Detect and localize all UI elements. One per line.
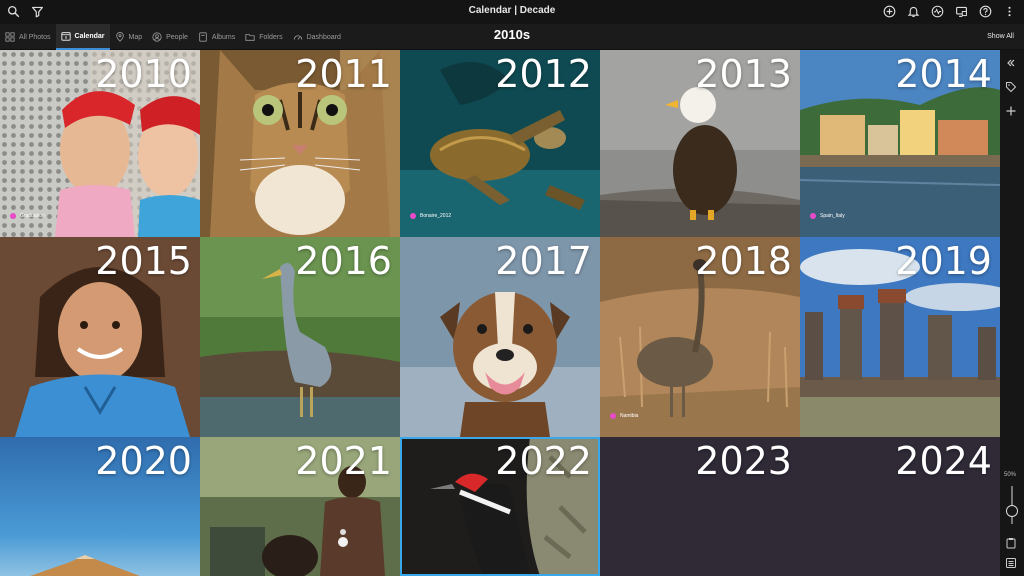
year-label: 2023 [695,439,792,483]
year-label: 2020 [95,439,192,483]
decade-grid: 2010 Graduation 2011 2012 Bonaire_2012 2… [0,50,1000,576]
tag-dot [410,213,416,219]
year-tile-2011[interactable]: 2011 [200,50,400,237]
year-tile-2013[interactable]: 2013 [600,50,800,237]
tab-label: All Photos [19,33,51,41]
tab-albums[interactable]: Albums [193,24,240,50]
gauge-icon [293,35,302,40]
year-label: 2012 [495,52,592,96]
zoom-slider-handle[interactable] [1006,505,1018,517]
year-label: 2010 [95,52,192,96]
tag-label: Graduation [20,213,45,219]
year-tile-2014[interactable]: 2014 Spain_Italy [800,50,1000,237]
right-sidebar: 50% [1000,50,1024,576]
tag-label: Namibia [620,413,639,419]
year-tile-2016[interactable]: 2016 [200,237,400,437]
window-title: Calendar | Decade [468,5,556,16]
year-tile-2021[interactable]: 2021 [200,437,400,576]
year-label: 2017 [495,239,592,283]
year-tile-2015[interactable]: 2015 [0,237,200,437]
collapse-icon[interactable] [1005,56,1019,70]
tab-label: Map [128,33,143,41]
year-tile-2012[interactable]: 2012 Bonaire_2012 [400,50,600,237]
year-tile-2022[interactable]: 2022 [400,437,600,576]
year-tile-2017[interactable]: 2017 [400,237,600,437]
album-tag: Namibia [610,413,638,419]
tab-label: Folders [259,33,283,41]
display-icon[interactable] [954,4,968,18]
tab-label: Albums [211,33,236,41]
album-icon [199,32,207,42]
tab-map[interactable]: Map [110,24,148,50]
tab-label: People [166,33,188,41]
add-circle-icon[interactable] [882,4,896,18]
year-label: 2011 [295,52,392,96]
folder-icon [245,34,255,41]
bell-icon[interactable] [906,4,920,18]
tab-calendar[interactable]: Calendar [55,24,110,50]
tag-icon[interactable] [1005,80,1019,94]
album-tag: Bonaire_2012 [410,213,451,219]
zoom-level: 50% [1004,472,1017,478]
year-label: 2016 [295,239,392,283]
year-label: 2014 [895,52,992,96]
tab-folders[interactable]: Folders [240,24,287,50]
year-tile-2010[interactable]: 2010 Graduation [0,50,200,237]
year-label: 2015 [95,239,192,283]
show-all-button[interactable]: Show All [987,33,1014,40]
tab-label: Calendar [74,32,105,40]
year-tile-2019[interactable]: 2019 [800,237,1000,437]
year-label: 2018 [695,239,792,283]
activity-icon[interactable] [930,4,944,18]
person-icon [152,32,162,42]
list-icon[interactable] [1005,556,1019,570]
album-tag: Graduation [10,213,45,219]
tab-people[interactable]: People [147,24,193,50]
more-vert-icon[interactable] [1002,4,1016,18]
nav-bar: All Photos Calendar Map People Albums Fo… [0,24,1024,50]
clipboard-icon[interactable] [1005,536,1019,550]
map-pin-icon [115,32,124,42]
tag-dot [10,213,16,219]
tag-dot [610,413,616,419]
year-label: 2021 [295,439,392,483]
year-label: 2022 [495,439,592,483]
tag-label: Bonaire_2012 [420,213,452,219]
tab-dashboard[interactable]: Dashboard [288,24,346,50]
tag-dot [810,213,816,219]
grid-icon [5,32,15,42]
year-tile-2023[interactable]: 2023 [600,437,800,576]
year-label: 2024 [895,439,992,483]
tab-all-photos[interactable]: All Photos [0,24,56,50]
year-tile-2024[interactable]: 2024 [800,437,1000,576]
calendar-icon [60,32,71,41]
help-icon[interactable] [978,4,992,18]
tag-label: Spain_Italy [820,213,845,219]
year-label: 2013 [695,52,792,96]
title-bar: Calendar | Decade [0,0,1024,24]
year-label: 2019 [895,239,992,283]
year-tile-2018[interactable]: 2018 Namibia [600,237,800,437]
plus-icon[interactable] [1005,104,1019,118]
album-tag: Spain_Italy [810,213,845,219]
year-tile-2020[interactable]: 2020 [0,437,200,576]
tab-label: Dashboard [306,33,341,41]
